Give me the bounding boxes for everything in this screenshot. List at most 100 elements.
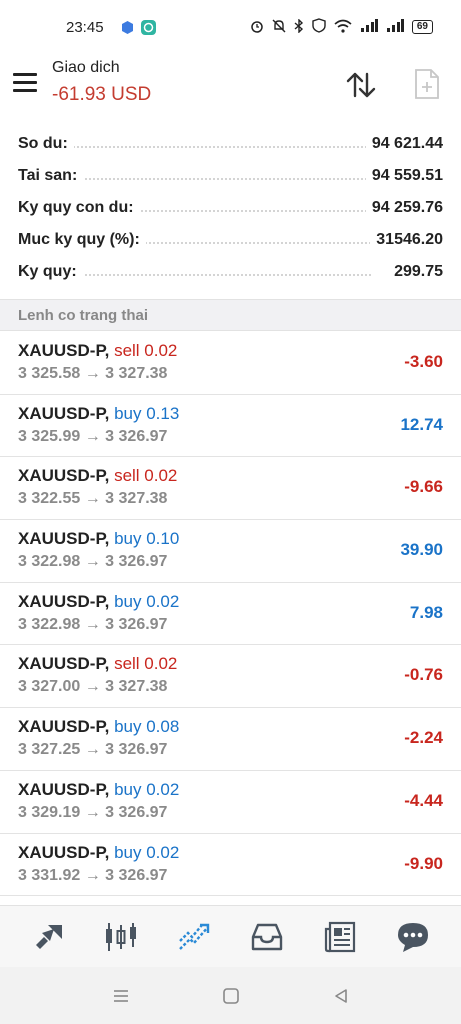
section-title: Lenh co trang thai [18, 307, 149, 324]
summary-label: Tai san: [18, 167, 84, 185]
system-nav-bar [0, 967, 461, 1024]
app-header: Giao dich -61.93 USD [0, 56, 461, 118]
position-symbol: XAUUSD-P, buy 0.02 [18, 592, 179, 612]
position-prices: 3 327.25 → 3 326.97 [18, 741, 168, 759]
position-prices: 3 322.55 → 3 327.38 [18, 490, 168, 508]
bottom-tab-bar [0, 905, 461, 967]
symbol-text: XAUUSD-P, [18, 466, 110, 486]
home-button[interactable] [220, 985, 242, 1007]
tab-trade[interactable] [171, 914, 217, 960]
symbol-text: XAUUSD-P, [18, 591, 110, 611]
position-prices: 3 322.98 → 3 326.97 [18, 615, 168, 633]
tab-quotes[interactable] [25, 914, 71, 960]
signal-icon [360, 19, 378, 35]
menu-icon[interactable] [13, 73, 37, 93]
back-icon [335, 989, 347, 1003]
summary-row-margin: Ky quy: 299.75 [0, 257, 461, 289]
position-symbol: XAUUSD-P, buy 0.13 [18, 404, 179, 424]
position-prices: 3 325.58 → 3 327.38 [18, 365, 168, 382]
symbol-text: XAUUSD-P, [18, 779, 110, 799]
position-profit: -2.24 [404, 728, 443, 748]
position-profit: 39.90 [400, 540, 443, 560]
new-order-icon[interactable] [413, 68, 441, 100]
summary-value: 299.75 [388, 263, 443, 281]
dotted-leader [60, 274, 371, 276]
recents-button[interactable] [110, 985, 132, 1007]
position-row[interactable]: XAUUSD-P, sell 0.02 3 327.00 → 3 327.38 -0… [0, 645, 461, 709]
total-profit: -61.93 USD [52, 84, 152, 105]
summary-value: 94 559.51 [365, 167, 443, 185]
back-button[interactable] [330, 985, 352, 1007]
position-side: buy 0.08 [114, 717, 180, 737]
summary-row-margin-level: Muc ky quy (%): 31546.20 [0, 225, 461, 257]
status-bar: 23:45 69 [0, 0, 461, 56]
summary-value: 94 259.76 [365, 199, 443, 217]
position-row[interactable]: XAUUSD-P, buy 0.10 3 322.98 → 3 326.97 39.… [0, 520, 461, 583]
sort-icon[interactable] [345, 70, 377, 100]
wifi-icon [334, 19, 352, 36]
position-symbol: XAUUSD-P, sell 0.02 [18, 654, 177, 674]
position-side: buy 0.02 [114, 591, 180, 611]
account-summary: So du: 94 621.44 Tai san: 94 559.51 Ky q… [0, 129, 461, 289]
shield-icon [312, 18, 326, 36]
position-profit: 12.74 [400, 414, 443, 434]
position-row[interactable]: XAUUSD-P, buy 0.08 3 327.25 → 3 326.97 -2.… [0, 708, 461, 771]
symbol-text: XAUUSD-P, [18, 529, 110, 549]
position-prices: 3 322.98 → 3 326.97 [18, 553, 168, 571]
summary-row-free-margin: Ky quy con du: 94 259.76 [0, 193, 461, 225]
tab-history[interactable] [244, 914, 290, 960]
summary-label: Ky quy con du: [18, 199, 140, 217]
position-row[interactable]: XAUUSD-P, buy 0.02 3 331.92 → 3 326.97 -9.… [0, 834, 461, 897]
position-profit: -4.44 [404, 790, 443, 810]
trade-icon [179, 923, 210, 950]
summary-row-equity: Tai san: 94 559.51 [0, 161, 461, 193]
battery-icon: 69 [411, 20, 433, 34]
position-row[interactable]: XAUUSD-P, buy 0.13 3 325.99 → 3 326.97 12.… [0, 395, 461, 458]
position-prices: 3 327.00 → 3 327.38 [18, 678, 168, 696]
summary-value: 94 621.44 [365, 135, 443, 153]
position-symbol: XAUUSD-P, buy 0.02 [18, 780, 179, 800]
app-notification-icon [120, 20, 135, 35]
summary-label: Ky quy: [18, 263, 83, 281]
summary-label: Muc ky quy (%): [18, 231, 146, 249]
position-symbol: XAUUSD-P, sell 0.02 [18, 466, 177, 486]
tab-chart[interactable] [98, 914, 144, 960]
position-profit: -0.76 [404, 665, 443, 685]
position-row[interactable]: XAUUSD-P, buy 0.02 3 322.98 → 3 326.97 7.9… [0, 583, 461, 646]
position-prices: 3 331.92 → 3 326.97 [18, 866, 168, 884]
symbol-text: XAUUSD-P, [18, 654, 110, 674]
mute-icon [272, 19, 286, 36]
position-symbol: XAUUSD-P, buy 0.02 [18, 843, 179, 863]
tab-news[interactable] [317, 914, 363, 960]
history-icon [251, 923, 283, 950]
section-header: Lenh co trang thai [0, 299, 461, 331]
symbol-text: XAUUSD-P, [18, 717, 110, 737]
position-side: buy 0.10 [114, 529, 180, 549]
position-side: sell 0.02 [114, 466, 178, 486]
chat-notification-icon [141, 20, 156, 35]
position-side: buy 0.02 [114, 842, 180, 862]
chart-icon [106, 922, 137, 951]
position-profit: -9.90 [404, 853, 443, 873]
page-title: Giao dich [52, 59, 120, 76]
tab-messages[interactable] [390, 914, 436, 960]
status-time: 23:45 [66, 19, 104, 36]
position-row[interactable]: XAUUSD-P, buy 0.02 3 329.19 → 3 326.97 -4.… [0, 771, 461, 834]
news-icon [324, 921, 355, 952]
position-row[interactable]: XAUUSD-P, sell 0.02 3 325.58 → 3 327.38 -3… [0, 332, 461, 395]
position-side: sell 0.02 [114, 341, 178, 360]
recents-icon [114, 990, 128, 1002]
positions-list: XAUUSD-P, sell 0.02 3 325.58 → 3 327.38 -3… [0, 332, 461, 897]
alarm-icon [250, 19, 264, 36]
home-icon [223, 988, 239, 1004]
position-row[interactable]: XAUUSD-P, sell 0.02 3 322.55 → 3 327.38 -9… [0, 457, 461, 521]
position-prices: 3 329.19 → 3 326.97 [18, 803, 168, 821]
summary-row-balance: So du: 94 621.44 [0, 129, 461, 161]
summary-label: So du: [18, 135, 74, 153]
signal-icon [386, 19, 404, 35]
position-profit: 7.98 [409, 602, 443, 622]
symbol-text: XAUUSD-P, [18, 341, 110, 360]
position-prices: 3 325.99 → 3 326.97 [18, 427, 168, 445]
position-side: buy 0.02 [114, 779, 180, 799]
position-profit: -9.66 [404, 477, 443, 497]
